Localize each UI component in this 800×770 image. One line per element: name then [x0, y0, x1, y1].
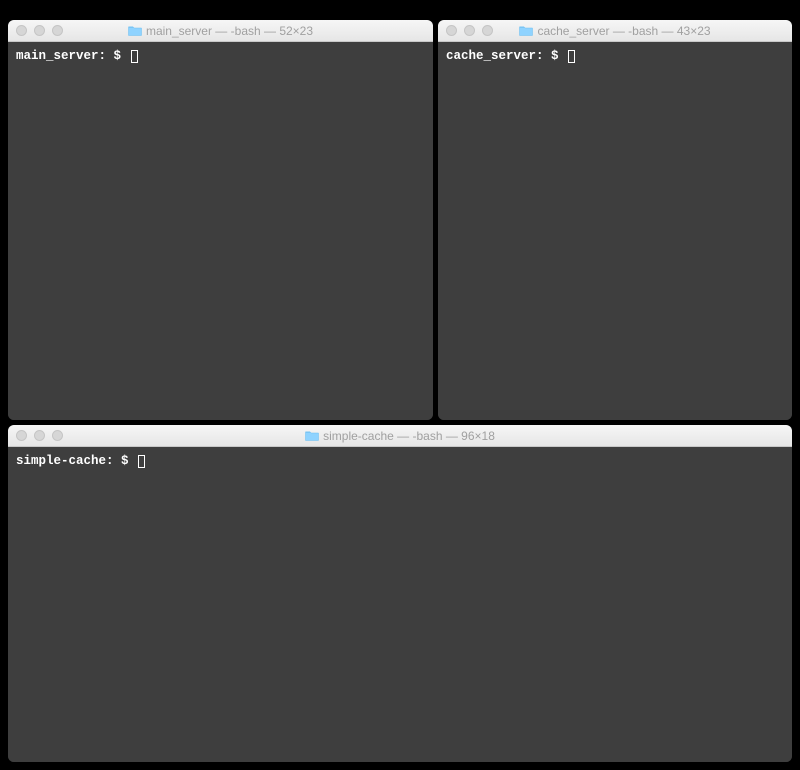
- minimize-icon[interactable]: [34, 430, 45, 441]
- close-icon[interactable]: [16, 25, 27, 36]
- close-icon[interactable]: [16, 430, 27, 441]
- terminal-body[interactable]: cache_server: $: [438, 42, 792, 420]
- folder-icon: [128, 25, 142, 36]
- traffic-lights: [16, 430, 63, 441]
- close-icon[interactable]: [446, 25, 457, 36]
- terminal-window-simple[interactable]: simple-cache — -bash — 96×18 simple-cach…: [8, 425, 792, 762]
- window-title-text: simple-cache — -bash — 96×18: [323, 429, 495, 443]
- terminal-window-main[interactable]: main_server — -bash — 52×23 main_server:…: [8, 20, 433, 420]
- window-title-text: cache_server — -bash — 43×23: [537, 24, 710, 38]
- terminal-window-cache[interactable]: cache_server — -bash — 43×23 cache_serve…: [438, 20, 792, 420]
- minimize-icon[interactable]: [464, 25, 475, 36]
- traffic-lights: [446, 25, 493, 36]
- cursor-icon: [138, 455, 145, 468]
- folder-icon: [519, 25, 533, 36]
- prompt-line: simple-cache: $: [16, 453, 784, 469]
- prompt-text: simple-cache: $: [16, 453, 136, 469]
- window-title-text: main_server — -bash — 52×23: [146, 24, 313, 38]
- cursor-icon: [131, 50, 138, 63]
- titlebar[interactable]: main_server — -bash — 52×23: [8, 20, 433, 42]
- titlebar[interactable]: cache_server — -bash — 43×23: [438, 20, 792, 42]
- maximize-icon[interactable]: [52, 25, 63, 36]
- prompt-line: cache_server: $: [446, 48, 784, 64]
- folder-icon: [305, 430, 319, 441]
- terminal-body[interactable]: main_server: $: [8, 42, 433, 420]
- traffic-lights: [16, 25, 63, 36]
- window-title: simple-cache — -bash — 96×18: [8, 429, 792, 443]
- maximize-icon[interactable]: [482, 25, 493, 36]
- terminal-body[interactable]: simple-cache: $: [8, 447, 792, 762]
- cursor-icon: [568, 50, 575, 63]
- prompt-text: main_server: $: [16, 48, 129, 64]
- prompt-text: cache_server: $: [446, 48, 566, 64]
- maximize-icon[interactable]: [52, 430, 63, 441]
- minimize-icon[interactable]: [34, 25, 45, 36]
- titlebar[interactable]: simple-cache — -bash — 96×18: [8, 425, 792, 447]
- prompt-line: main_server: $: [16, 48, 425, 64]
- window-title: main_server — -bash — 52×23: [8, 24, 433, 38]
